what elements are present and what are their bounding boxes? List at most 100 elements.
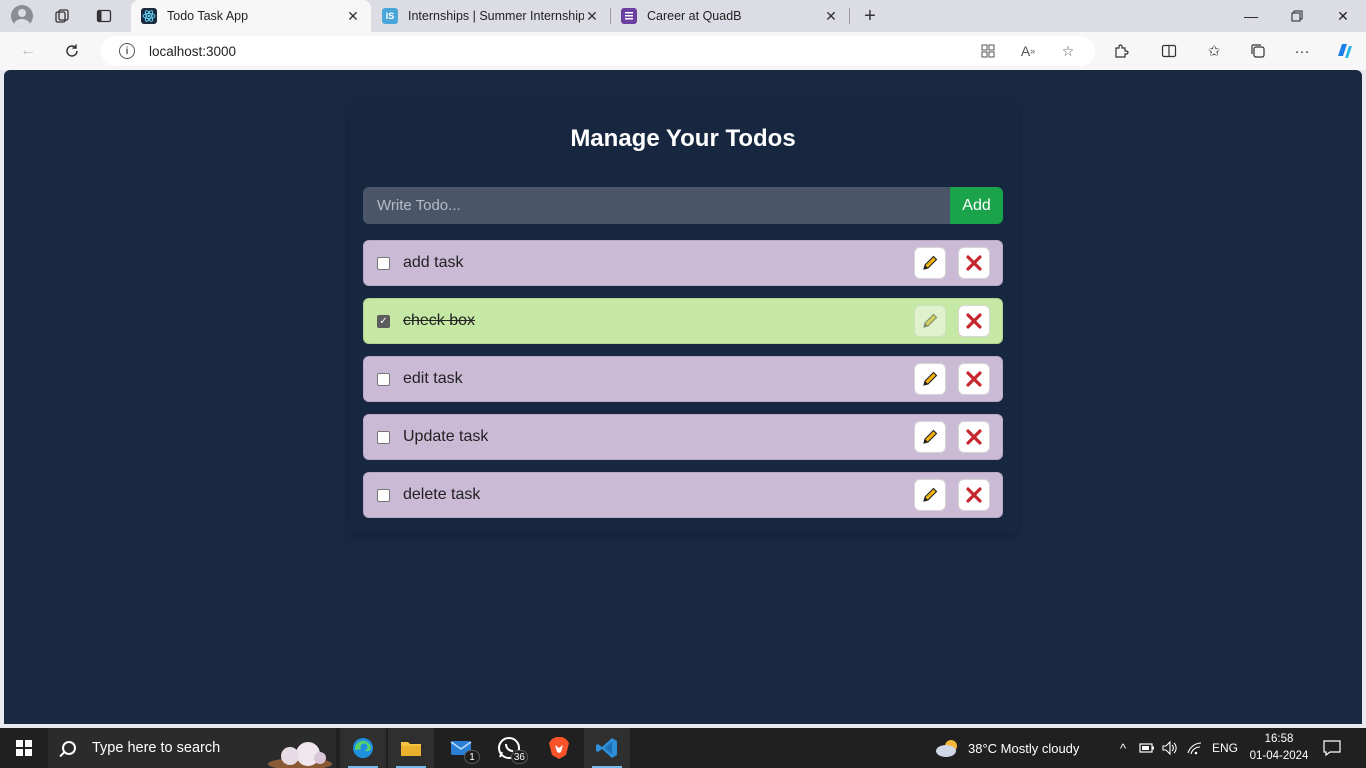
collections-icon[interactable]: [1248, 41, 1268, 61]
tab-career-quadb[interactable]: Career at QuadB ✕: [611, 0, 849, 32]
todo-item: ✓ check box: [363, 298, 1003, 344]
x-icon: [966, 371, 982, 387]
split-screen-icon[interactable]: [1159, 41, 1179, 61]
cloudy-weather-icon: [936, 740, 957, 757]
refresh-icon[interactable]: [62, 41, 82, 61]
new-tab-icon[interactable]: +: [860, 5, 880, 27]
taskbar-brave[interactable]: [536, 728, 582, 768]
edit-todo-button[interactable]: [914, 421, 946, 453]
page-title: Manage Your Todos: [570, 125, 796, 152]
search-placeholder: Type here to search: [92, 740, 221, 756]
url-text: localhost:3000: [149, 43, 237, 59]
todo-checkbox[interactable]: ✓: [377, 314, 390, 328]
more-options-icon[interactable]: ···: [1292, 41, 1312, 61]
edit-todo-button[interactable]: [914, 479, 946, 511]
tab-todo-task-app[interactable]: Todo Task App ✕: [131, 0, 371, 32]
taskbar-file-explorer[interactable]: [388, 728, 434, 768]
wifi-icon[interactable]: [1187, 728, 1203, 768]
x-icon: [966, 487, 982, 503]
todo-text: edit task: [403, 370, 463, 387]
copilot-icon[interactable]: [1334, 41, 1354, 61]
todo-item: add task: [363, 240, 1003, 286]
system-clock[interactable]: 16:58 01-04-2024: [1248, 731, 1310, 765]
react-favicon-icon: [141, 8, 157, 24]
volume-icon[interactable]: [1162, 728, 1178, 768]
x-icon: [966, 255, 982, 271]
start-button[interactable]: [0, 728, 48, 768]
show-hidden-icons-icon[interactable]: ^: [1115, 728, 1131, 768]
tab-title: Internships | Summer Internship: [408, 9, 584, 23]
battery-icon[interactable]: [1139, 728, 1155, 768]
todo-checkbox[interactable]: [377, 430, 390, 444]
search-icon: [62, 741, 76, 755]
internshala-favicon-icon: IS: [382, 8, 398, 24]
workspaces-icon[interactable]: [52, 6, 72, 26]
edit-todo-button[interactable]: [914, 247, 946, 279]
taskbar-vscode[interactable]: [584, 728, 630, 768]
pencil-icon: [923, 255, 938, 270]
notifications-icon[interactable]: [1323, 728, 1341, 768]
todo-text: delete task: [403, 486, 481, 503]
pencil-icon: [923, 487, 938, 502]
edit-todo-button: [914, 305, 946, 337]
todo-checkbox[interactable]: [377, 488, 390, 502]
todo-item: delete task: [363, 472, 1003, 518]
add-todo-button[interactable]: Add: [950, 187, 1003, 224]
delete-todo-button[interactable]: [958, 305, 990, 337]
windows-taskbar: Type here to search 1 36 38°C Mostly clo…: [0, 728, 1366, 768]
vscode-icon: [596, 738, 617, 758]
taskbar-search-box[interactable]: Type here to search: [48, 728, 336, 768]
taskbar-mail[interactable]: 1: [438, 728, 484, 768]
language-indicator[interactable]: ENG: [1212, 728, 1238, 768]
browser-tab-strip: Todo Task App ✕ IS Internships | Summer …: [0, 0, 1366, 32]
site-info-icon[interactable]: i: [119, 43, 135, 59]
delete-todo-button[interactable]: [958, 421, 990, 453]
minimize-icon[interactable]: —: [1228, 0, 1274, 32]
restore-icon[interactable]: [1274, 0, 1320, 32]
todo-text: Update task: [403, 428, 489, 445]
tab-title: Todo Task App: [167, 9, 249, 23]
form-favicon-icon: [621, 8, 637, 24]
brave-lion-icon: [549, 737, 569, 759]
close-tab-icon[interactable]: ✕: [584, 8, 600, 25]
todo-checkbox[interactable]: [377, 256, 390, 270]
tab-title: Career at QuadB: [647, 9, 742, 23]
app-available-icon[interactable]: [979, 42, 997, 60]
todo-form: Add: [363, 187, 1003, 224]
todo-text: check box: [403, 312, 476, 329]
tab-actions-icon[interactable]: [94, 6, 114, 26]
search-highlight-garlic-icon: [268, 742, 332, 768]
extensions-icon[interactable]: [1111, 41, 1131, 61]
clock-time: 16:58: [1264, 733, 1294, 745]
close-window-icon[interactable]: ✕: [1320, 0, 1366, 32]
taskbar-whatsapp[interactable]: 36: [486, 728, 532, 768]
page-viewport: Manage Your Todos Add add task ✓ check b…: [4, 70, 1362, 724]
close-tab-icon[interactable]: ✕: [345, 8, 361, 25]
x-icon: [966, 313, 982, 329]
todo-item: Update task: [363, 414, 1003, 460]
todo-checkbox[interactable]: [377, 372, 390, 386]
pencil-icon: [923, 371, 938, 386]
delete-todo-button[interactable]: [958, 479, 990, 511]
todo-input[interactable]: [363, 187, 950, 224]
todo-text: add task: [403, 254, 464, 271]
back-icon[interactable]: ←: [18, 41, 38, 61]
taskbar-edge[interactable]: [340, 728, 386, 768]
close-tab-icon[interactable]: ✕: [823, 8, 839, 25]
edge-icon: [353, 738, 373, 758]
read-aloud-icon[interactable]: A»: [1019, 42, 1037, 60]
url-field[interactable]: i localhost:3000 A» ☆: [101, 36, 1095, 66]
edit-todo-button[interactable]: [914, 363, 946, 395]
favorites-icon[interactable]: ✩: [1204, 41, 1224, 61]
pencil-icon: [923, 313, 938, 328]
tab-internships[interactable]: IS Internships | Summer Internship ✕: [372, 0, 610, 32]
favorite-star-icon[interactable]: ☆: [1059, 42, 1077, 60]
delete-todo-button[interactable]: [958, 363, 990, 395]
delete-todo-button[interactable]: [958, 247, 990, 279]
weather-widget[interactable]: 38°C Mostly cloudy: [935, 728, 1079, 768]
tab-separator: [849, 8, 850, 24]
x-icon: [966, 429, 982, 445]
profile-icon[interactable]: [11, 5, 33, 27]
clock-date: 01-04-2024: [1249, 750, 1309, 762]
address-bar-row: ← i localhost:3000 A» ☆ ✩ ···: [0, 32, 1366, 70]
